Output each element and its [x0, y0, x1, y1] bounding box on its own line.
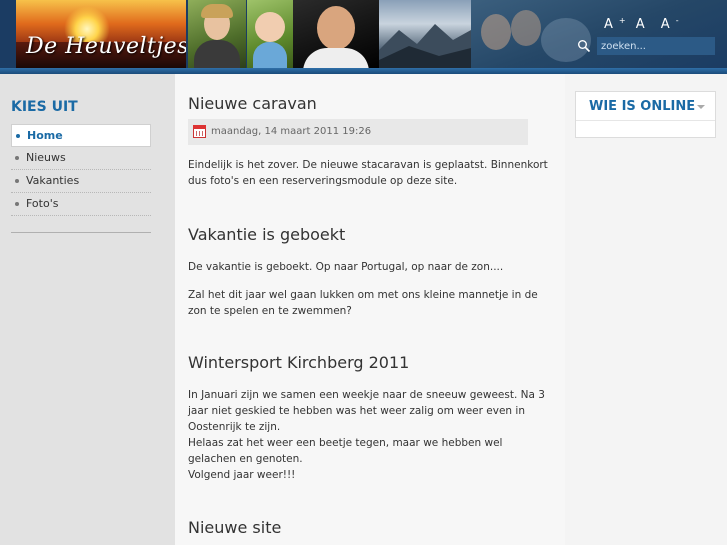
article-text: De vakantie is geboekt. Op naar Portugal… [188, 261, 504, 273]
sidebar-divider [11, 232, 151, 233]
article-meta: maandag, 14 maart 2011 19:26 [188, 119, 528, 145]
article-text: Helaas zat het weer een beetje tegen, ma… [188, 437, 503, 465]
search-icon[interactable] [577, 39, 591, 53]
font-size-controls: A + A A- [604, 16, 685, 32]
left-sidebar: KIES UIT Home Nieuws Vakanties Foto's [0, 74, 175, 545]
hair-shape [201, 4, 233, 18]
article-text: Eindelijk is het zover. De nieuwe stacar… [188, 159, 548, 187]
article-text: Zal het dit jaar wel gaan lukken om met … [188, 289, 538, 317]
font-reset-button[interactable]: A [636, 16, 651, 32]
search-input[interactable] [597, 37, 715, 55]
right-sidebar: WIE IS ONLINE [565, 74, 727, 545]
header-photo-woman [188, 0, 246, 68]
calendar-icon [193, 125, 206, 138]
shirt-shape [194, 40, 240, 68]
font-decrease-button[interactable]: A- [661, 16, 679, 32]
article-title[interactable]: Nieuwe site [188, 518, 281, 537]
face-shape [255, 12, 285, 42]
shirt-shape [303, 48, 369, 68]
menu-item-nieuws[interactable]: Nieuws [11, 147, 151, 170]
article-date: maandag, 14 maart 2011 19:26 [211, 126, 372, 137]
search-box [577, 37, 715, 55]
main-content: Nieuwe caravan maandag, 14 maart 2011 19… [175, 74, 565, 545]
article-title[interactable]: Nieuwe caravan [188, 94, 317, 113]
face-shape [317, 6, 355, 50]
article-title[interactable]: Vakantie is geboekt [188, 225, 345, 244]
main-menu: Home Nieuws Vakanties Foto's [11, 124, 151, 216]
font-increase-button[interactable]: A + [604, 16, 626, 32]
article-text: Volgend jaar weer!!! [188, 469, 296, 481]
menu-item-vakanties[interactable]: Vakanties [11, 170, 151, 193]
header-photo-mountains [379, 0, 471, 68]
header-photo-man [293, 0, 379, 68]
header-photo-group [471, 0, 727, 68]
mountain-shape [379, 24, 471, 68]
who-is-online-module: WIE IS ONLINE [575, 91, 716, 138]
menu-item-home[interactable]: Home [11, 124, 151, 147]
article-text: In Januari zijn we samen een weekje naar… [188, 389, 545, 433]
site-header: De Heuveltjes A + A A- [0, 0, 727, 74]
face-shape [481, 14, 511, 50]
menu-item-fotos[interactable]: Foto's [11, 193, 151, 216]
logo-text: De Heuveltjes [26, 34, 186, 59]
module-title: WIE IS ONLINE [589, 99, 696, 114]
module-divider [576, 120, 715, 121]
chevron-down-icon[interactable] [697, 105, 705, 109]
header-photo-baby [247, 0, 293, 68]
sidebar-title: KIES UIT [11, 99, 78, 115]
article-title[interactable]: Wintersport Kirchberg 2011 [188, 353, 409, 372]
face-shape [511, 10, 541, 46]
site-logo[interactable]: De Heuveltjes [16, 0, 186, 68]
shirt-shape [253, 42, 287, 68]
